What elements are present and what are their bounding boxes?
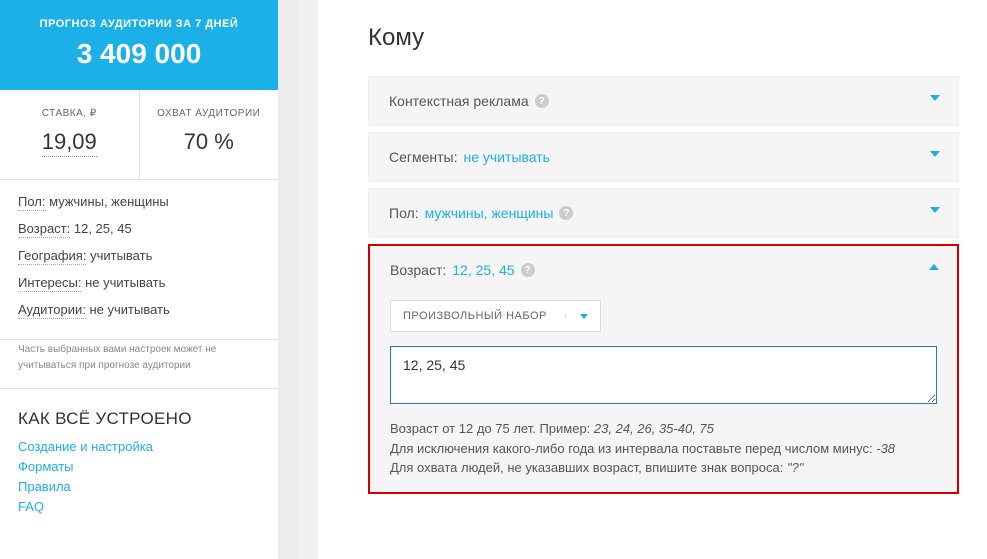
- filter-age-value: 12, 25, 45: [74, 221, 132, 236]
- stat-reach: ОХВАТ АУДИТОРИИ 70 %: [140, 90, 279, 179]
- age-mode-dropdown[interactable]: ПРОИЗВОЛЬНЫЙ НАБОР: [390, 300, 601, 332]
- forecast-note: Часть выбранных вами настроек может не у…: [0, 340, 278, 389]
- audience-forecast-box: ПРОГНОЗ АУДИТОРИИ ЗА 7 ДНЕЙ 3 409 000: [0, 0, 278, 90]
- filter-interests[interactable]: Интересы: не учитывать: [18, 275, 260, 290]
- section-segments[interactable]: Сегменты: не учитывать: [368, 132, 959, 182]
- filter-audiences[interactable]: Аудитории: не учитывать: [18, 302, 260, 317]
- filter-geo[interactable]: География: учитывать: [18, 248, 260, 263]
- chevron-down-icon: [930, 151, 940, 157]
- age-hint: Возраст от 12 до 75 лет. Пример: 23, 24,…: [390, 419, 937, 478]
- filter-gender-key: Пол:: [18, 194, 46, 211]
- stat-reach-label: ОХВАТ АУДИТОРИИ: [150, 108, 269, 119]
- layout-gap: [278, 0, 298, 559]
- section-gender-label: Пол:: [389, 205, 419, 221]
- filters-summary: Пол: мужчины, женщины Возраст: 12, 25, 4…: [0, 180, 278, 340]
- section-age: Возраст: 12, 25, 45 ? ПРОИЗВОЛЬНЫЙ НАБОР…: [368, 244, 959, 494]
- stat-reach-value: 70 %: [184, 129, 234, 154]
- age-input[interactable]: [390, 346, 937, 404]
- filter-audiences-value: не учитывать: [89, 302, 169, 317]
- chevron-up-icon: [929, 264, 939, 270]
- section-age-label: Возраст:: [390, 262, 446, 278]
- filter-interests-value: не учитывать: [85, 275, 165, 290]
- section-age-value: 12, 25, 45: [452, 262, 514, 278]
- sidebar: ПРОГНОЗ АУДИТОРИИ ЗА 7 ДНЕЙ 3 409 000 СТ…: [0, 0, 278, 559]
- chevron-down-icon: [930, 207, 940, 213]
- link-create[interactable]: Создание и настройка: [18, 439, 260, 454]
- main-panel: Кому Контекстная реклама ? Сегменты: не …: [318, 0, 987, 559]
- filter-geo-key: География:: [18, 248, 86, 265]
- link-formats[interactable]: Форматы: [18, 459, 260, 474]
- filter-geo-value: учитывать: [90, 248, 152, 263]
- filter-audiences-key: Аудитории:: [18, 302, 86, 319]
- forecast-label: ПРОГНОЗ АУДИТОРИИ ЗА 7 ДНЕЙ: [10, 18, 268, 30]
- filter-interests-key: Интересы:: [18, 275, 81, 292]
- dropdown-selected: ПРОИЗВОЛЬНЫЙ НАБОР: [403, 310, 547, 322]
- chevron-down-icon: [580, 314, 588, 319]
- chevron-down-icon: [930, 95, 940, 101]
- filter-gender-value: мужчины, женщины: [49, 194, 169, 209]
- section-age-header[interactable]: Возраст: 12, 25, 45 ?: [370, 246, 957, 294]
- help-icon[interactable]: ?: [559, 206, 573, 220]
- stat-rate-label: СТАВКА, ₽: [10, 108, 129, 119]
- stat-rate-value[interactable]: 19,09: [42, 129, 97, 157]
- page-title: Кому: [368, 24, 959, 52]
- help-icon[interactable]: ?: [535, 94, 549, 108]
- filter-age[interactable]: Возраст: 12, 25, 45: [18, 221, 260, 236]
- filter-age-key: Возраст:: [18, 221, 70, 238]
- how-it-works: КАК ВСЁ УСТРОЕНО Создание и настройка Фо…: [0, 389, 278, 539]
- forecast-value: 3 409 000: [10, 38, 268, 70]
- help-icon[interactable]: ?: [521, 263, 535, 277]
- section-age-body: ПРОИЗВОЛЬНЫЙ НАБОР Возраст от 12 до 75 л…: [370, 294, 957, 478]
- link-faq[interactable]: FAQ: [18, 499, 260, 514]
- section-segments-value: не учитывать: [464, 149, 550, 165]
- stats-row: СТАВКА, ₽ 19,09 ОХВАТ АУДИТОРИИ 70 %: [0, 90, 278, 180]
- section-segments-label: Сегменты:: [389, 149, 458, 165]
- section-context-ads[interactable]: Контекстная реклама ?: [368, 76, 959, 126]
- section-context-label: Контекстная реклама: [389, 93, 529, 109]
- section-gender-value: мужчины, женщины: [425, 205, 554, 221]
- how-title: КАК ВСЁ УСТРОЕНО: [18, 409, 260, 429]
- filter-gender[interactable]: Пол: мужчины, женщины: [18, 194, 260, 209]
- section-gender[interactable]: Пол: мужчины, женщины ?: [368, 188, 959, 238]
- link-rules[interactable]: Правила: [18, 479, 260, 494]
- stat-rate: СТАВКА, ₽ 19,09: [0, 90, 140, 179]
